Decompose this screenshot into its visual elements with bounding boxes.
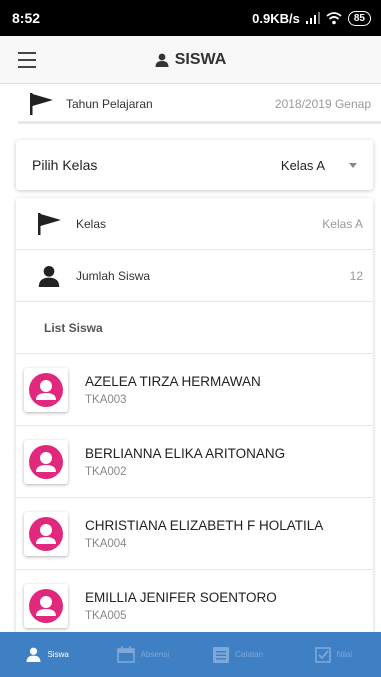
user-avatar-icon bbox=[29, 372, 63, 407]
student-item[interactable]: AZELEA TIRZA HERMAWAN TKA003 bbox=[16, 354, 373, 426]
user-avatar-icon bbox=[29, 588, 63, 623]
wifi-icon bbox=[326, 12, 342, 25]
nav-absensi-label: Absensi bbox=[140, 650, 170, 659]
class-selector[interactable]: Pilih Kelas Kelas A bbox=[16, 140, 373, 190]
nav-catatan-label: Catatan bbox=[235, 650, 264, 659]
class-selector-value: Kelas A bbox=[280, 157, 325, 173]
jumlah-siswa-row: Jumlah Siswa 12 bbox=[16, 250, 373, 302]
flag-icon bbox=[30, 92, 53, 115]
tahun-pelajaran-row: Tahun Pelajaran 2018/2019 Genap bbox=[18, 86, 381, 124]
notes-icon bbox=[213, 646, 230, 663]
kelas-row: Kelas Kelas A bbox=[16, 198, 373, 250]
network-speed: 0.9KB/s bbox=[252, 10, 300, 26]
calendar-icon bbox=[116, 646, 135, 663]
menu-icon[interactable] bbox=[18, 52, 36, 68]
class-info-card: Kelas Kelas A Jumlah Siswa 12 List Siswa… bbox=[16, 198, 373, 638]
status-time: 8:52 bbox=[12, 10, 41, 26]
student-name: AZELEA TIRZA HERMAWAN bbox=[85, 373, 261, 389]
page-title: SISWA bbox=[0, 51, 381, 69]
tahun-value: 2018/2019 Genap bbox=[274, 96, 371, 111]
student-item[interactable]: EMILLIA JENIFER SOENTORO TKA005 bbox=[16, 570, 373, 638]
student-id: TKA002 bbox=[85, 465, 127, 478]
student-id: TKA004 bbox=[85, 537, 127, 550]
user-avatar-icon bbox=[29, 516, 63, 551]
student-name: CHRISTIANA ELIZABETH F HOLATILA bbox=[85, 517, 324, 533]
app-bar: SISWA bbox=[0, 36, 381, 84]
status-bar: 8:52 0.9KB/s 85 bbox=[0, 0, 381, 36]
battery-indicator: 85 bbox=[347, 10, 371, 26]
nav-siswa[interactable]: Siswa bbox=[0, 647, 95, 662]
class-selector-label: Pilih Kelas bbox=[32, 157, 98, 173]
nav-absensi[interactable]: Absensi bbox=[95, 646, 190, 663]
avatar bbox=[24, 583, 68, 628]
student-item[interactable]: CHRISTIANA ELIZABETH F HOLATILA TKA004 bbox=[16, 498, 373, 570]
nav-nilai[interactable]: Nilai bbox=[286, 646, 381, 663]
avatar bbox=[24, 511, 68, 556]
student-name: EMILLIA JENIFER SOENTORO bbox=[85, 589, 277, 605]
jumlah-label: Jumlah Siswa bbox=[76, 268, 151, 283]
checkbox-icon bbox=[314, 646, 331, 663]
person-icon bbox=[26, 647, 41, 662]
jumlah-value: 12 bbox=[349, 268, 363, 283]
person-icon bbox=[38, 265, 60, 287]
student-id: TKA003 bbox=[85, 393, 127, 406]
avatar bbox=[24, 439, 68, 484]
signal-icon bbox=[305, 12, 320, 24]
person-icon bbox=[155, 53, 169, 67]
page-title-text: SISWA bbox=[174, 50, 227, 68]
tahun-label: Tahun Pelajaran bbox=[66, 96, 153, 111]
kelas-value: Kelas A bbox=[322, 216, 363, 231]
nav-siswa-label: Siswa bbox=[47, 650, 69, 659]
kelas-label: Kelas bbox=[76, 216, 107, 231]
list-siswa-header: List Siswa bbox=[16, 302, 373, 354]
nav-catatan[interactable]: Catatan bbox=[191, 646, 286, 663]
flag-icon bbox=[38, 212, 61, 235]
student-item[interactable]: BERLIANNA ELIKA ARITONANG TKA002 bbox=[16, 426, 373, 498]
student-name: BERLIANNA ELIKA ARITONANG bbox=[85, 445, 286, 461]
avatar bbox=[24, 367, 68, 412]
bottom-navigation: Siswa Absensi Catatan Nilai bbox=[0, 632, 381, 677]
student-id: TKA005 bbox=[85, 609, 127, 622]
user-avatar-icon bbox=[29, 444, 63, 479]
status-indicators: 0.9KB/s 85 bbox=[252, 10, 371, 26]
nav-nilai-label: Nilai bbox=[336, 650, 353, 659]
chevron-down-icon[interactable] bbox=[349, 162, 357, 168]
